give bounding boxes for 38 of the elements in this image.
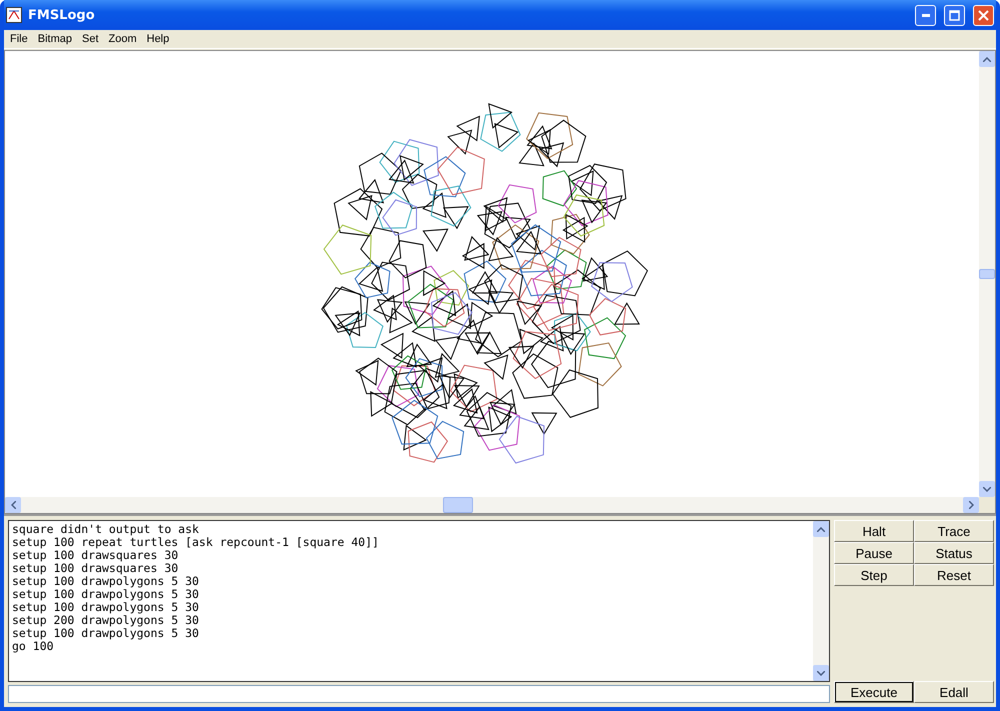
menu-item[interactable]: Zoom [104, 33, 143, 45]
console-line: setup 100 repeat turtles [ask repcount-1 [square 40]] [12, 536, 380, 549]
console-line: square didn't output to ask [12, 523, 200, 536]
window-title: FMSLogo [28, 8, 95, 22]
scrollbar-thumb[interactable] [443, 497, 473, 513]
command-input[interactable] [8, 685, 830, 703]
console-line: setup 100 drawsquares 30 [12, 549, 180, 562]
horizontal-scrollbar[interactable] [5, 497, 979, 513]
control-button[interactable]: Status [914, 542, 994, 564]
console-line: setup 100 drawsquares 30 [12, 562, 180, 575]
console-line: setup 100 drawpolygons 5 30 [12, 627, 200, 640]
close-icon [978, 10, 989, 20]
minimize-icon [922, 14, 930, 16]
control-button[interactable]: Step [834, 564, 914, 586]
menu-item[interactable]: Bitmap [34, 33, 78, 45]
scrollbar-corner [979, 497, 995, 513]
console-line: go 100 [12, 640, 55, 653]
vertical-scrollbar[interactable] [979, 51, 995, 497]
control-button[interactable]: Trace [914, 520, 994, 542]
menu-item[interactable]: File [6, 33, 34, 45]
close-button[interactable] [973, 4, 994, 26]
console-line: setup 200 drawpolygons 5 30 [12, 614, 200, 627]
console-line: setup 100 drawpolygons 5 30 [12, 575, 200, 588]
scrollbar-thumb[interactable] [979, 269, 995, 279]
control-button[interactable]: Pause [834, 542, 914, 564]
maximize-button[interactable] [944, 4, 965, 26]
menu-item[interactable]: Help [142, 33, 176, 45]
menu-item[interactable]: Set [78, 33, 104, 45]
console-scrollbar[interactable] [813, 521, 829, 681]
minimize-button[interactable] [915, 4, 936, 26]
app-icon [6, 7, 22, 23]
control-button[interactable]: Execute [834, 681, 914, 703]
control-button[interactable]: Edall [914, 681, 994, 703]
control-button[interactable]: Halt [834, 520, 914, 542]
console-line: setup 100 drawpolygons 5 30 [12, 601, 200, 614]
maximize-icon [949, 10, 960, 20]
console-line: setup 100 drawpolygons 5 30 [12, 588, 200, 601]
control-button[interactable]: Reset [914, 564, 994, 586]
